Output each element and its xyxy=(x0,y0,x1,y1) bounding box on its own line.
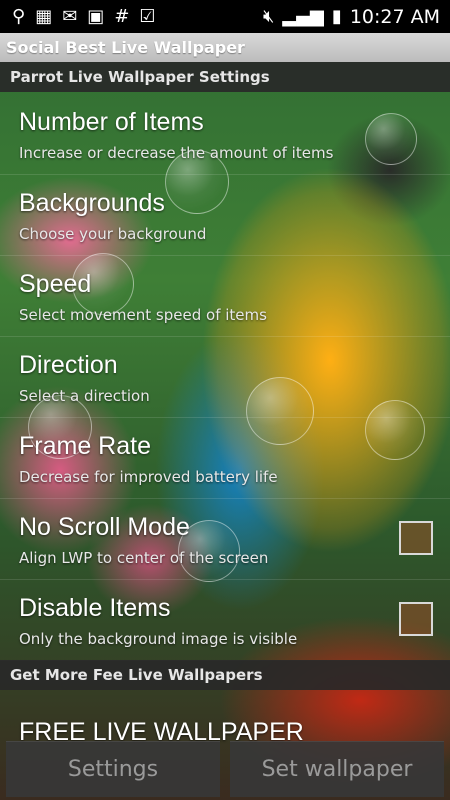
set-wallpaper-button[interactable]: Set wallpaper xyxy=(230,741,444,797)
signal-icon: ▂▄▆ xyxy=(282,6,324,27)
setting-title: Number of Items xyxy=(19,108,204,136)
bottom-button-bar: Settings Set wallpaper xyxy=(0,738,450,800)
setting-subtitle: Only the background image is visible xyxy=(19,630,298,648)
more-wallpapers-header-label: Get More Fee Live Wallpapers xyxy=(10,666,263,684)
setting-subtitle: Align LWP to center of the screen xyxy=(19,549,269,567)
no-scroll-mode-checkbox[interactable] xyxy=(399,521,433,555)
hash-icon: # xyxy=(114,6,130,27)
setting-subtitle: Select a direction xyxy=(19,387,150,405)
setting-disable-items[interactable]: Disable Items Only the background image … xyxy=(0,580,450,661)
setting-title: Backgrounds xyxy=(19,189,165,217)
calendar-icon: ▣ xyxy=(87,6,105,27)
setting-subtitle: Choose your background xyxy=(19,225,207,243)
battery-charging-icon: ▮ xyxy=(331,6,342,27)
usb-icon: ⚲ xyxy=(12,6,26,27)
setting-direction[interactable]: Direction Select a direction xyxy=(0,337,450,418)
setting-subtitle: Decrease for improved battery life xyxy=(19,468,278,486)
mute-icon: 🔇︎ xyxy=(263,6,275,27)
status-bar: ⚲ ▦ ✉ ▣ # ☑ 🔇︎ ▂▄▆ ▮ 10:27 AM xyxy=(0,0,450,33)
setting-no-scroll-mode[interactable]: No Scroll Mode Align LWP to center of th… xyxy=(0,499,450,580)
app-title-bar: Social Best Live Wallpaper xyxy=(0,33,450,62)
setting-title: Frame Rate xyxy=(19,432,151,460)
settings-header-label: Parrot Live Wallpaper Settings xyxy=(10,68,270,86)
setting-frame-rate[interactable]: Frame Rate Decrease for improved battery… xyxy=(0,418,450,499)
setting-title: Disable Items xyxy=(19,594,171,622)
setting-backgrounds[interactable]: Backgrounds Choose your background xyxy=(0,175,450,256)
setting-speed[interactable]: Speed Select movement speed of items xyxy=(0,256,450,337)
disable-items-checkbox[interactable] xyxy=(399,602,433,636)
sim-icon: ▦ xyxy=(35,6,53,27)
setting-title: Direction xyxy=(19,351,118,379)
setting-subtitle: Select movement speed of items xyxy=(19,306,267,324)
setting-title: Speed xyxy=(19,270,92,298)
more-wallpapers-header: Get More Fee Live Wallpapers xyxy=(0,660,450,690)
settings-list: Number of Items Increase or decrease the… xyxy=(0,94,450,661)
setting-number-of-items[interactable]: Number of Items Increase or decrease the… xyxy=(0,94,450,175)
gmail-icon: ✉ xyxy=(62,6,78,27)
setting-subtitle: Increase or decrease the amount of items xyxy=(19,144,334,162)
setting-title: No Scroll Mode xyxy=(19,513,190,541)
clipboard-check-icon: ☑ xyxy=(139,6,156,27)
app-title: Social Best Live Wallpaper xyxy=(6,38,245,57)
settings-header: Parrot Live Wallpaper Settings xyxy=(0,62,450,92)
clock: 10:27 AM xyxy=(349,5,440,28)
settings-button[interactable]: Settings xyxy=(6,741,220,797)
